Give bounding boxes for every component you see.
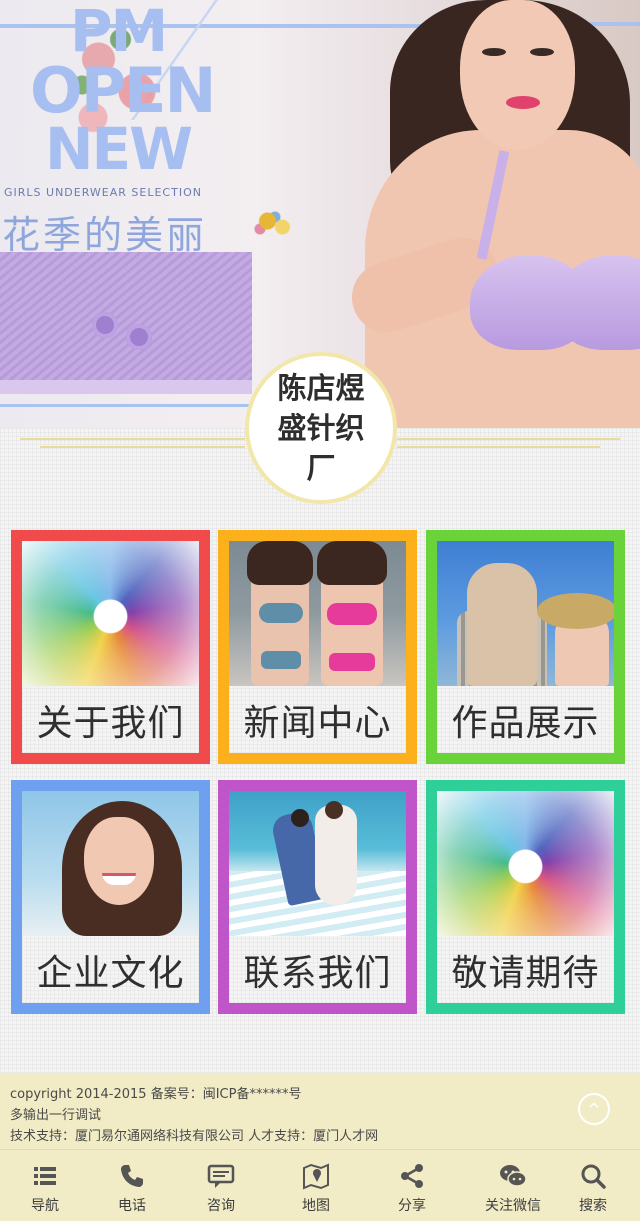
beach-wedding-photo [229,791,406,936]
share-icon [401,1164,423,1188]
bird-decoration [250,205,300,245]
wechat-icon [500,1165,527,1187]
hook-detail [126,324,152,350]
nav-label: 电话 [118,1198,146,1214]
nav-label: 关注微信 [485,1198,541,1214]
bottom-nav-bar: 导航 电话 咨询 地图 分享 关注微信 搜索 [0,1149,640,1221]
nav-item-phone[interactable]: 电话 [92,1150,172,1221]
banner-tagline: GIRLS UNDERWEAR SELECTION [4,186,202,199]
nav-item-search[interactable]: 搜索 [553,1150,633,1221]
map-icon [303,1163,329,1190]
nav-item-share[interactable]: 分享 [372,1150,452,1221]
nav-label: 地图 [302,1198,330,1214]
back-to-top-button[interactable]: ^ [578,1093,610,1125]
model-photo [342,0,640,428]
company-name-line: 盛针织厂 [277,411,365,485]
banner-logo-line: NEW [45,115,193,183]
phone-icon [121,1165,143,1187]
tile-label: 作品展示 [437,686,614,753]
bra-fabric-closeup [0,252,252,394]
nav-item-menu[interactable]: 导航 [5,1150,85,1221]
tile-label: 企业文化 [22,936,199,1003]
list-icon [34,1167,56,1185]
nav-label: 搜索 [579,1198,607,1214]
nav-label: 咨询 [207,1198,235,1214]
search-icon [581,1164,606,1189]
nav-label: 导航 [31,1198,59,1214]
badge-divider [20,438,245,440]
nav-item-consult[interactable]: 咨询 [181,1150,261,1221]
company-name-line: 陈店煜 [277,371,365,405]
nav-item-map[interactable]: 地图 [276,1150,356,1221]
hook-detail [92,312,118,338]
site-footer: copyright 2014-2015 备案号：闽ICP备******号 多输出… [0,1073,640,1149]
tile-news-center[interactable]: 新闻中心 [218,530,417,764]
couple-photo [437,541,614,686]
pencils-photo [22,541,199,686]
bikini-photo [229,541,406,686]
tile-coming-soon[interactable]: 敬请期待 [426,780,625,1014]
chat-icon [207,1164,235,1188]
tile-label: 新闻中心 [229,686,406,753]
tile-portfolio[interactable]: 作品展示 [426,530,625,764]
nav-label: 分享 [398,1198,426,1214]
pencils-photo [437,791,614,936]
tech-support-text: 技术支持：厦门易尔通网络科技有限公司 人才支持：厦门人才网 [10,1129,379,1144]
tile-culture[interactable]: 企业文化 [11,780,210,1014]
badge-divider [397,438,620,440]
banner-headline: 花季的美丽 [2,213,208,257]
nav-item-wechat[interactable]: 关注微信 [473,1150,553,1221]
debug-text: 多输出一行调试 [10,1108,102,1123]
chevron-up-icon: ^ [587,1099,601,1119]
copyright-text: copyright 2014-2015 备案号：闽ICP备******号 [10,1087,302,1102]
badge-divider [40,446,245,448]
tile-contact-us[interactable]: 联系我们 [218,780,417,1014]
tile-label: 敬请期待 [437,936,614,1003]
tile-about-us[interactable]: 关于我们 [11,530,210,764]
badge-divider [397,446,600,448]
tile-label: 联系我们 [229,936,406,1003]
tile-label: 关于我们 [22,686,199,753]
smiling-woman-photo [22,791,199,936]
company-name-badge: 陈店煜 盛针织厂 [245,352,397,504]
banner-logo-line: OPEN [30,54,216,127]
banner-logo-line: PM [70,0,168,65]
